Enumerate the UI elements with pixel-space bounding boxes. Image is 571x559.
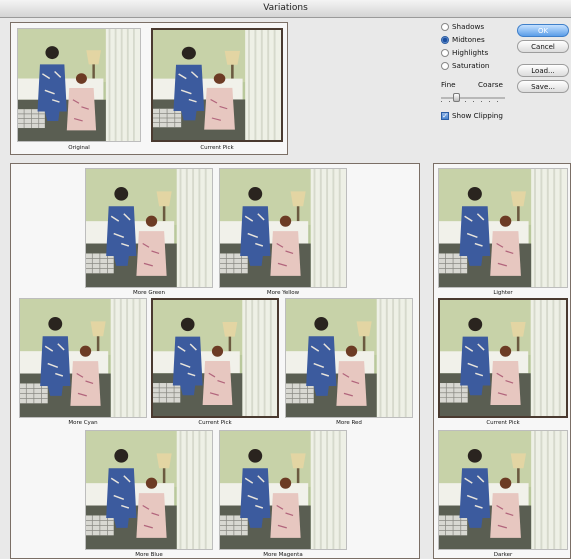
cancel-button[interactable]: Cancel (517, 40, 569, 53)
fine-label: Fine (441, 80, 456, 89)
original-label: Original (68, 145, 90, 151)
more-cyan-label: More Cyan (68, 420, 98, 426)
slider-ticks (441, 101, 505, 102)
lighter-thumbnail[interactable] (438, 168, 568, 288)
show-clipping-label: Show Clipping (452, 111, 503, 120)
save-button[interactable]: Save... (517, 80, 569, 93)
current-pick-center-thumbnail (151, 298, 279, 418)
slider-thumb[interactable] (453, 93, 460, 102)
current-pick-center-label: Current Pick (198, 420, 232, 426)
radio-saturation-indicator[interactable] (441, 61, 449, 70)
more-green-label: More Green (132, 290, 166, 296)
more-magenta-label: More Magenta (263, 552, 303, 558)
color-variations-panel: More Green More Yellow More Cyan Current… (10, 163, 420, 559)
more-blue-thumbnail[interactable] (85, 430, 213, 550)
radio-shadows-label: Shadows (452, 22, 485, 31)
brightness-current-pick-label: Current Pick (486, 420, 520, 426)
darker-label: Darker (493, 552, 513, 558)
radio-midtones-label: Midtones (452, 35, 485, 44)
more-yellow-label: More Yellow (266, 290, 300, 296)
radio-shadows[interactable]: Shadows (441, 22, 484, 31)
more-red-label: More Red (336, 420, 362, 426)
brightness-panel: Lighter Current Pick Darker (433, 163, 571, 559)
darker-thumbnail[interactable] (438, 430, 568, 550)
radio-shadows-indicator[interactable] (441, 22, 449, 31)
brightness-current-pick-thumbnail (438, 298, 568, 418)
ok-button[interactable]: OK (517, 24, 569, 37)
lighter-label: Lighter (493, 290, 513, 296)
more-magenta-thumbnail[interactable] (219, 430, 347, 550)
radio-saturation[interactable]: Saturation (441, 61, 489, 70)
preview-panel: Original Current Pick (10, 22, 288, 155)
radio-highlights-indicator[interactable] (441, 48, 449, 57)
radio-midtones-indicator[interactable] (441, 35, 449, 44)
fine-coarse-slider[interactable] (441, 93, 505, 103)
radio-highlights[interactable]: Highlights (441, 48, 488, 57)
slider-track (441, 97, 505, 99)
more-yellow-thumbnail[interactable] (219, 168, 347, 288)
radio-highlights-label: Highlights (452, 48, 489, 57)
load-button[interactable]: Load... (517, 64, 569, 77)
current-pick-thumbnail (151, 28, 283, 142)
current-pick-label: Current Pick (200, 145, 234, 151)
radio-midtones[interactable]: Midtones (441, 35, 485, 44)
show-clipping-option[interactable]: ✓ Show Clipping (441, 111, 503, 120)
more-blue-label: More Blue (135, 552, 163, 558)
coarse-label: Coarse (478, 80, 503, 89)
window-title: Variations (0, 0, 571, 18)
radio-saturation-label: Saturation (452, 61, 490, 70)
more-cyan-thumbnail[interactable] (19, 298, 147, 418)
original-thumbnail[interactable] (17, 28, 141, 142)
show-clipping-checkbox[interactable]: ✓ (441, 111, 449, 120)
more-green-thumbnail[interactable] (85, 168, 213, 288)
more-red-thumbnail[interactable] (285, 298, 413, 418)
